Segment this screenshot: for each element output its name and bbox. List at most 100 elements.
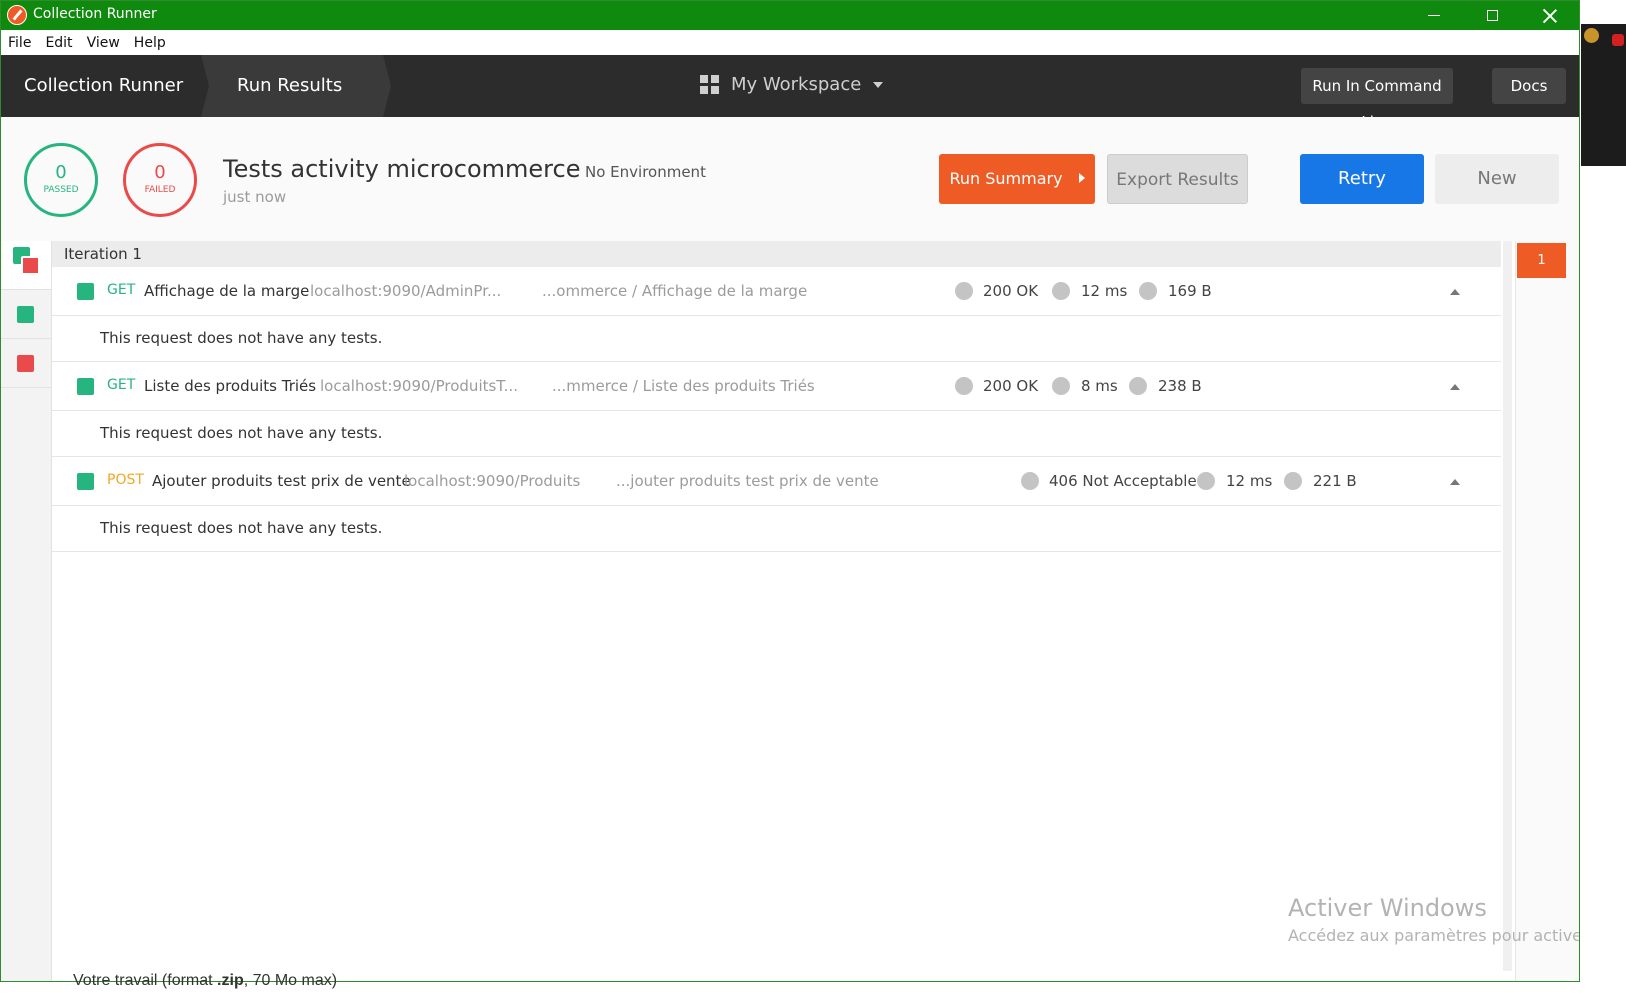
response-time: 8 ms [1081, 377, 1118, 395]
response-status: 200 OK [983, 282, 1039, 300]
request-url: localhost:9090/Produits [404, 472, 581, 490]
workspace-name: My Workspace [731, 74, 862, 95]
passed-counter: 0 PASSED [24, 143, 98, 217]
close-icon [1543, 9, 1557, 23]
status-dot-icon [955, 282, 973, 300]
request-row[interactable]: POST Ajouter produits test prix de vente… [52, 457, 1501, 506]
size-dot-icon [1284, 472, 1302, 490]
notification-badge-icon [1612, 34, 1624, 46]
caret-right-icon [1078, 173, 1085, 183]
iteration-header: Iteration 1 [52, 241, 1501, 267]
maximize-button[interactable] [1463, 1, 1521, 30]
passed-label: PASSED [43, 185, 79, 195]
upload-instruction-prefix: Votre travail (format [73, 972, 218, 989]
response-status: 200 OK [983, 377, 1039, 395]
collection-name: Tests activity microcommerce [223, 155, 581, 183]
run-summary-panel: 0 PASSED 0 FAILED Tests activity microco… [1, 117, 1579, 241]
request-name: Ajouter produits test prix de vente [152, 472, 411, 490]
breadcrumb-run-results[interactable]: Run Results [201, 55, 391, 117]
title-bar: Collection Runner [1, 1, 1579, 30]
maximize-icon [1486, 10, 1498, 21]
windows-activation-watermark: Activer Windows Accédez aux paramètres p… [1288, 894, 1579, 945]
time-dot-icon [1197, 472, 1215, 490]
failed-label: FAILED [144, 185, 176, 195]
runner-header: Collection Runner Run Results My Workspa… [1, 55, 1579, 131]
collapse-icon[interactable] [1450, 479, 1460, 485]
size-dot-icon [1129, 377, 1147, 395]
window-title: Collection Runner [33, 6, 157, 22]
collection-runner-window: Collection Runner File Edit View Help Co… [0, 0, 1580, 982]
workspace-selector[interactable]: My Workspace [700, 74, 884, 95]
filter-passed[interactable] [1, 290, 51, 339]
request-url: localhost:9090/ProduitsT... [320, 377, 518, 395]
run-summary-button[interactable]: Run Summary [939, 154, 1095, 204]
retry-button[interactable]: Retry [1300, 154, 1424, 204]
request-method: GET [107, 377, 136, 393]
menu-file[interactable]: File [1, 35, 38, 51]
request-path: ...jouter produits test prix de vente [616, 472, 879, 490]
menu-bar: File Edit View Help [1, 30, 1579, 55]
request-url: localhost:9090/AdminPr... [310, 282, 502, 300]
run-in-command-line-button[interactable]: Run In Command Line [1301, 68, 1453, 131]
iteration-navigator [1515, 241, 1579, 981]
request-row[interactable]: GET Affichage de la marge localhost:9090… [52, 267, 1501, 316]
request-test-note: This request does not have any tests. [52, 411, 1501, 457]
request-path: ...ommerce / Affichage de la marge [542, 282, 808, 300]
download-icon [1584, 28, 1599, 43]
failed-square-icon [21, 256, 40, 275]
test-status-icon [77, 378, 94, 395]
docs-button[interactable]: Docs [1492, 68, 1566, 104]
minimize-button[interactable] [1405, 1, 1463, 30]
menu-edit[interactable]: Edit [38, 35, 79, 51]
request-test-note: This request does not have any tests. [52, 316, 1501, 362]
response-size: 238 B [1158, 377, 1202, 395]
response-size: 221 B [1313, 472, 1357, 490]
breadcrumb-collection-runner[interactable]: Collection Runner [1, 55, 201, 117]
no-tests-message: This request does not have any tests. [100, 424, 383, 442]
time-dot-icon [1052, 377, 1070, 395]
postman-logo-icon [7, 5, 27, 25]
passed-filter-icon [17, 306, 34, 323]
filter-all[interactable] [1, 241, 51, 290]
size-dot-icon [1139, 282, 1157, 300]
upload-instruction-text: Votre travail (format .zip, 70 Mo max) [73, 972, 337, 990]
collapse-icon[interactable] [1450, 384, 1460, 390]
request-row[interactable]: GET Liste des produits Triés localhost:9… [52, 362, 1501, 411]
status-dot-icon [1021, 472, 1039, 490]
new-button[interactable]: New [1435, 154, 1559, 204]
minimize-icon [1428, 15, 1440, 16]
response-time: 12 ms [1226, 472, 1273, 490]
request-method: GET [107, 282, 136, 298]
status-dot-icon [955, 377, 973, 395]
menu-view[interactable]: View [80, 35, 127, 51]
close-window-button[interactable] [1521, 1, 1579, 30]
run-time: just now [223, 188, 287, 206]
request-path: ...mmerce / Liste des produits Triés [552, 377, 815, 395]
watermark-title: Activer Windows [1288, 894, 1487, 922]
export-results-button[interactable]: Export Results [1107, 154, 1248, 204]
test-status-icon [77, 283, 94, 300]
result-filter-rail [1, 241, 52, 981]
failed-count: 0 [154, 162, 166, 183]
response-time: 12 ms [1081, 282, 1128, 300]
watermark-subtitle: Accédez aux paramètres pour activer Wind… [1288, 926, 1579, 945]
menu-help[interactable]: Help [127, 35, 173, 51]
upload-format: .zip [217, 972, 244, 989]
environment-label: No Environment [585, 163, 706, 181]
workspace-grid-icon [700, 75, 719, 94]
failed-counter: 0 FAILED [123, 143, 197, 217]
request-name: Liste des produits Triés [144, 377, 317, 395]
request-method: POST [107, 472, 144, 488]
no-tests-message: This request does not have any tests. [100, 329, 383, 347]
request-name: Affichage de la marge [144, 282, 310, 300]
collapse-icon[interactable] [1450, 289, 1460, 295]
chevron-down-icon [873, 81, 884, 88]
filter-failed[interactable] [1, 339, 51, 388]
iteration-1-tab[interactable]: 1 [1517, 243, 1566, 278]
response-status: 406 Not Acceptable [1049, 472, 1197, 490]
results-scrollbar[interactable] [1503, 241, 1512, 971]
test-status-icon [77, 473, 94, 490]
request-test-note: This request does not have any tests. [52, 506, 1501, 552]
failed-filter-icon [17, 355, 34, 372]
no-tests-message: This request does not have any tests. [100, 519, 383, 537]
